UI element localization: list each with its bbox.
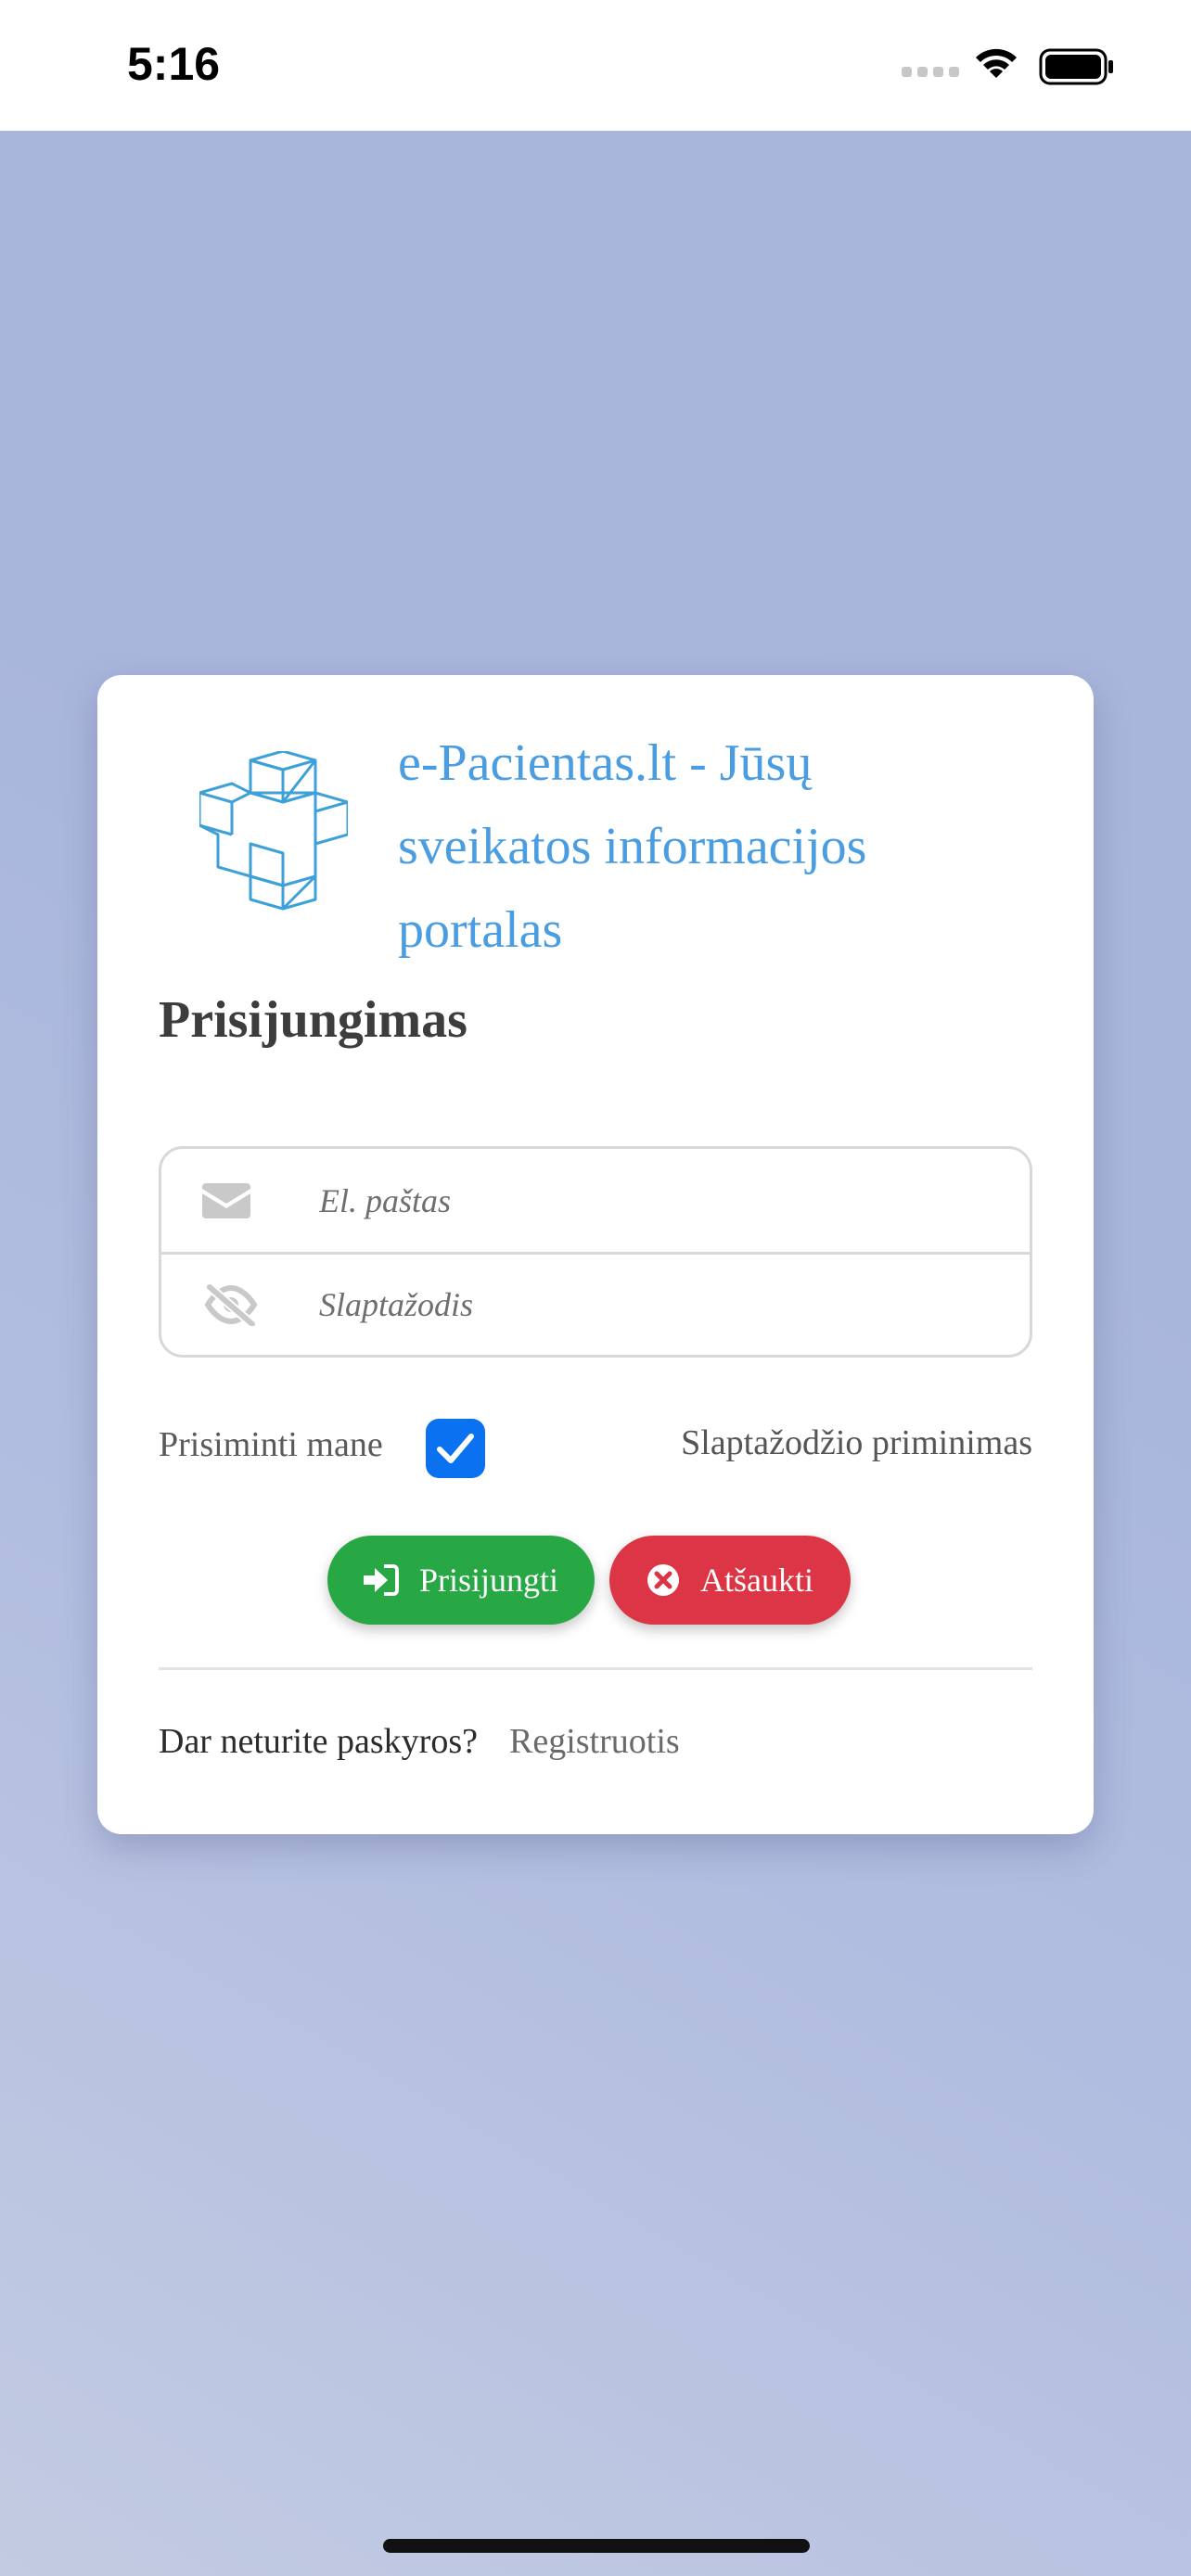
login-button[interactable]: Prisijungti (327, 1536, 595, 1625)
password-row (161, 1252, 1030, 1355)
email-row (161, 1149, 1030, 1252)
envelope-icon (202, 1182, 250, 1218)
brand-title: e-Pacientas.lt - Jūsų sveikatos informac… (398, 734, 867, 959)
register-link[interactable]: Registruotis (509, 1721, 680, 1762)
eye-slash-icon[interactable] (202, 1283, 260, 1326)
password-reminder-link[interactable]: Slaptažodžio priminimas (681, 1422, 1032, 1463)
remember-me-checkbox[interactable] (426, 1419, 485, 1478)
email-field[interactable] (319, 1149, 1011, 1252)
divider (159, 1667, 1032, 1670)
cancel-button[interactable]: Atšaukti (609, 1536, 851, 1625)
page-title: Prisijungimas (159, 991, 467, 1049)
medical-cross-logo-icon (199, 751, 348, 911)
status-bar: 5:16 (0, 0, 1191, 131)
login-button-label: Prisijungti (418, 1562, 559, 1599)
no-account-text: Dar neturite paskyros? (159, 1722, 478, 1761)
cellular-signal-icon (902, 67, 959, 77)
sign-in-icon (363, 1564, 399, 1596)
home-indicator[interactable] (383, 2539, 810, 2553)
cancel-button-label: Atšaukti (700, 1562, 813, 1599)
status-time: 5:16 (127, 38, 221, 90)
wifi-icon (976, 48, 1017, 78)
credentials-group (159, 1146, 1032, 1358)
login-card: e-Pacientas.lt - Jūsų sveikatos informac… (97, 675, 1094, 1834)
close-circle-icon (647, 1564, 679, 1596)
password-field[interactable] (319, 1255, 1011, 1355)
checkmark-icon (437, 1434, 474, 1463)
battery-icon (1039, 48, 1113, 85)
remember-me-label: Prisiminti mane (159, 1425, 383, 1464)
